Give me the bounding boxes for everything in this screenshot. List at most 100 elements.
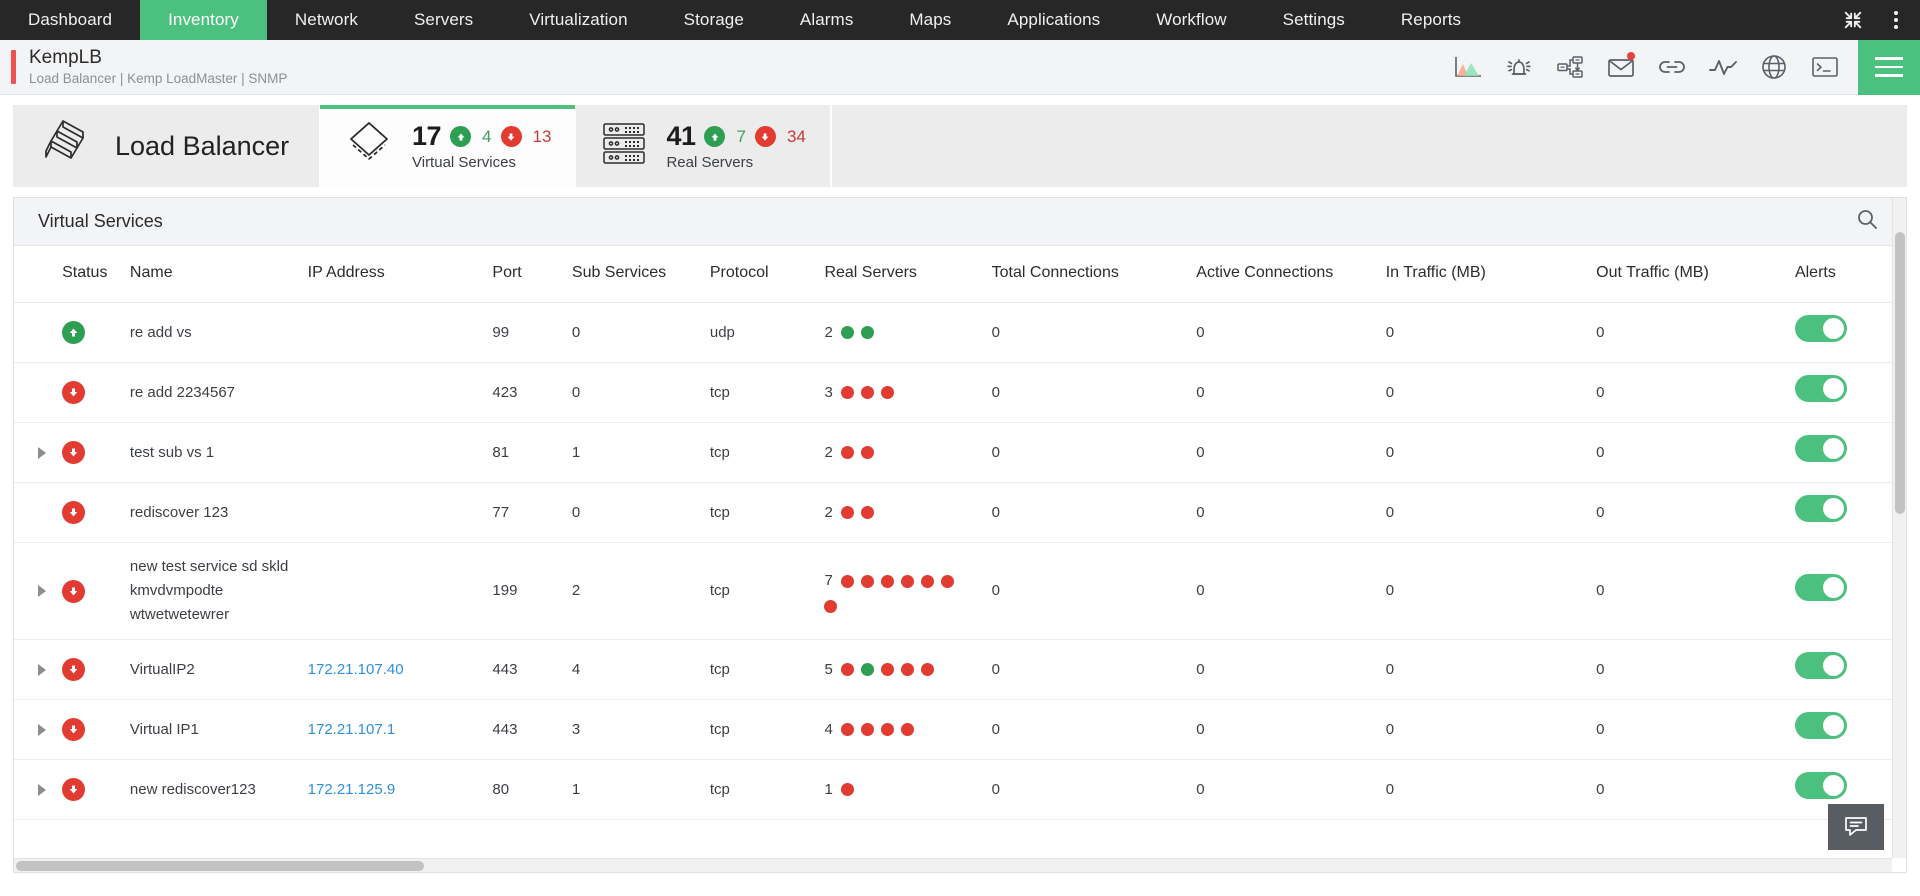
table-row[interactable]: re add vs990udp20000 — [14, 303, 1906, 363]
row-expand-cell[interactable] — [14, 760, 56, 820]
col-status[interactable]: Status — [56, 246, 124, 303]
nav-item-workflow[interactable]: Workflow — [1128, 0, 1254, 40]
real-server-status-dot[interactable] — [841, 506, 854, 519]
ip-address-cell-text[interactable]: 172.21.107.40 — [308, 661, 404, 678]
vertical-scrollbar[interactable] — [1892, 198, 1906, 858]
real-server-status-dot[interactable] — [881, 663, 894, 676]
col-out-traffic[interactable]: Out Traffic (MB) — [1590, 246, 1789, 303]
expand-arrow-icon[interactable] — [38, 447, 46, 459]
alerts-toggle[interactable] — [1795, 375, 1847, 402]
search-icon[interactable] — [1852, 204, 1882, 239]
expand-arrow-icon[interactable] — [38, 664, 46, 676]
chat-support-icon[interactable] — [1828, 804, 1884, 850]
alerts-toggle[interactable] — [1795, 772, 1847, 799]
expand-arrow-icon[interactable] — [38, 585, 46, 597]
col-real-servers[interactable]: Real Servers — [818, 246, 985, 303]
nav-item-maps[interactable]: Maps — [881, 0, 979, 40]
col-total-connections[interactable]: Total Connections — [986, 246, 1191, 303]
nav-item-virtualization[interactable]: Virtualization — [501, 0, 655, 40]
horizontal-scrollbar[interactable] — [14, 858, 1892, 872]
real-server-status-dot[interactable] — [841, 663, 854, 676]
real-server-status-dot[interactable] — [861, 575, 874, 588]
col-name[interactable]: Name — [124, 246, 302, 303]
nav-item-alarms[interactable]: Alarms — [772, 0, 882, 40]
real-server-status-dot[interactable] — [901, 723, 914, 736]
alarm-bell-icon[interactable] — [1504, 52, 1534, 82]
real-server-status-dot[interactable] — [841, 723, 854, 736]
activity-pulse-icon[interactable] — [1708, 52, 1738, 82]
row-expand-cell[interactable] — [14, 700, 56, 760]
real-server-status-dot[interactable] — [921, 575, 934, 588]
real-server-status-dot[interactable] — [841, 446, 854, 459]
real-server-status-dot[interactable] — [841, 783, 854, 796]
terminal-icon[interactable] — [1810, 52, 1840, 82]
real-server-status-dot[interactable] — [861, 446, 874, 459]
alerts-toggle[interactable] — [1795, 712, 1847, 739]
nav-item-storage[interactable]: Storage — [656, 0, 772, 40]
real-server-status-dot[interactable] — [901, 663, 914, 676]
col-alerts[interactable]: Alerts — [1789, 246, 1906, 303]
nav-item-network[interactable]: Network — [267, 0, 386, 40]
alerts-toggle[interactable] — [1795, 495, 1847, 522]
globe-icon[interactable] — [1759, 52, 1789, 82]
table-row[interactable]: new rediscover123172.21.125.9801tcp10000 — [14, 760, 1906, 820]
real-server-status-dot[interactable] — [861, 723, 874, 736]
expand-arrow-icon[interactable] — [38, 784, 46, 796]
real-server-status-dot[interactable] — [841, 575, 854, 588]
real-server-status-dot[interactable] — [921, 663, 934, 676]
col-port[interactable]: Port — [486, 246, 566, 303]
alerts-toggle[interactable] — [1795, 435, 1847, 462]
summary-tab-virtual-services[interactable]: 17 4 13 Virtual Services — [320, 105, 576, 187]
real-server-status-dot[interactable] — [841, 386, 854, 399]
alerts-toggle[interactable] — [1795, 574, 1847, 601]
down-status-icon — [62, 580, 85, 603]
real-server-status-dot[interactable] — [941, 575, 954, 588]
col-active-connections[interactable]: Active Connections — [1190, 246, 1379, 303]
workflow-icon[interactable] — [1555, 52, 1585, 82]
alerts-toggle[interactable] — [1795, 315, 1847, 342]
ip-address-cell-text[interactable]: 172.21.107.1 — [308, 721, 396, 738]
hamburger-menu-icon[interactable] — [1858, 40, 1920, 95]
col-ip-address[interactable]: IP Address — [302, 246, 487, 303]
real-server-status-dot[interactable] — [901, 575, 914, 588]
nav-item-inventory[interactable]: Inventory — [140, 0, 267, 40]
vertical-scrollbar-thumb[interactable] — [1895, 232, 1905, 514]
nav-item-servers[interactable]: Servers — [386, 0, 501, 40]
row-expand-cell[interactable] — [14, 543, 56, 640]
table-row[interactable]: rediscover 123770tcp20000 — [14, 483, 1906, 543]
ip-address-cell-text[interactable]: 172.21.125.9 — [308, 781, 396, 798]
table-row[interactable]: new test service sd skld kmvdvmpodte wtw… — [14, 543, 1906, 640]
real-server-status-dot[interactable] — [881, 723, 894, 736]
real-server-status-dot[interactable] — [861, 386, 874, 399]
table-row[interactable]: test sub vs 1811tcp20000 — [14, 423, 1906, 483]
table-row[interactable]: VirtualIP2172.21.107.404434tcp50000 — [14, 640, 1906, 700]
mail-icon[interactable] — [1606, 52, 1636, 82]
real-server-status-dot[interactable] — [824, 600, 837, 613]
real-server-status-dot[interactable] — [861, 663, 874, 676]
nav-item-reports[interactable]: Reports — [1373, 0, 1489, 40]
col-protocol[interactable]: Protocol — [704, 246, 819, 303]
collapse-icon[interactable] — [1838, 5, 1868, 35]
row-expand-cell[interactable] — [14, 640, 56, 700]
nav-item-applications[interactable]: Applications — [979, 0, 1128, 40]
expand-arrow-icon[interactable] — [38, 724, 46, 736]
real-server-status-dot[interactable] — [881, 575, 894, 588]
real-server-status-dot[interactable] — [861, 326, 874, 339]
summary-tab-real-servers[interactable]: 41 7 34 Real Servers — [576, 105, 830, 187]
horizontal-scrollbar-thumb[interactable] — [16, 861, 424, 871]
page-title: KempLB — [29, 47, 287, 69]
nav-item-dashboard[interactable]: Dashboard — [0, 0, 140, 40]
real-server-status-dot[interactable] — [881, 386, 894, 399]
row-expand-cell[interactable] — [14, 423, 56, 483]
kebab-menu-icon[interactable] — [1888, 7, 1904, 33]
link-icon[interactable] — [1657, 52, 1687, 82]
area-chart-icon[interactable] — [1453, 52, 1483, 82]
table-row[interactable]: Virtual IP1172.21.107.14433tcp40000 — [14, 700, 1906, 760]
col-sub-services[interactable]: Sub Services — [566, 246, 704, 303]
col-in-traffic[interactable]: In Traffic (MB) — [1380, 246, 1590, 303]
nav-item-settings[interactable]: Settings — [1255, 0, 1373, 40]
real-server-status-dot[interactable] — [861, 506, 874, 519]
alerts-toggle[interactable] — [1795, 652, 1847, 679]
real-server-status-dot[interactable] — [841, 326, 854, 339]
table-row[interactable]: re add 22345674230tcp30000 — [14, 363, 1906, 423]
